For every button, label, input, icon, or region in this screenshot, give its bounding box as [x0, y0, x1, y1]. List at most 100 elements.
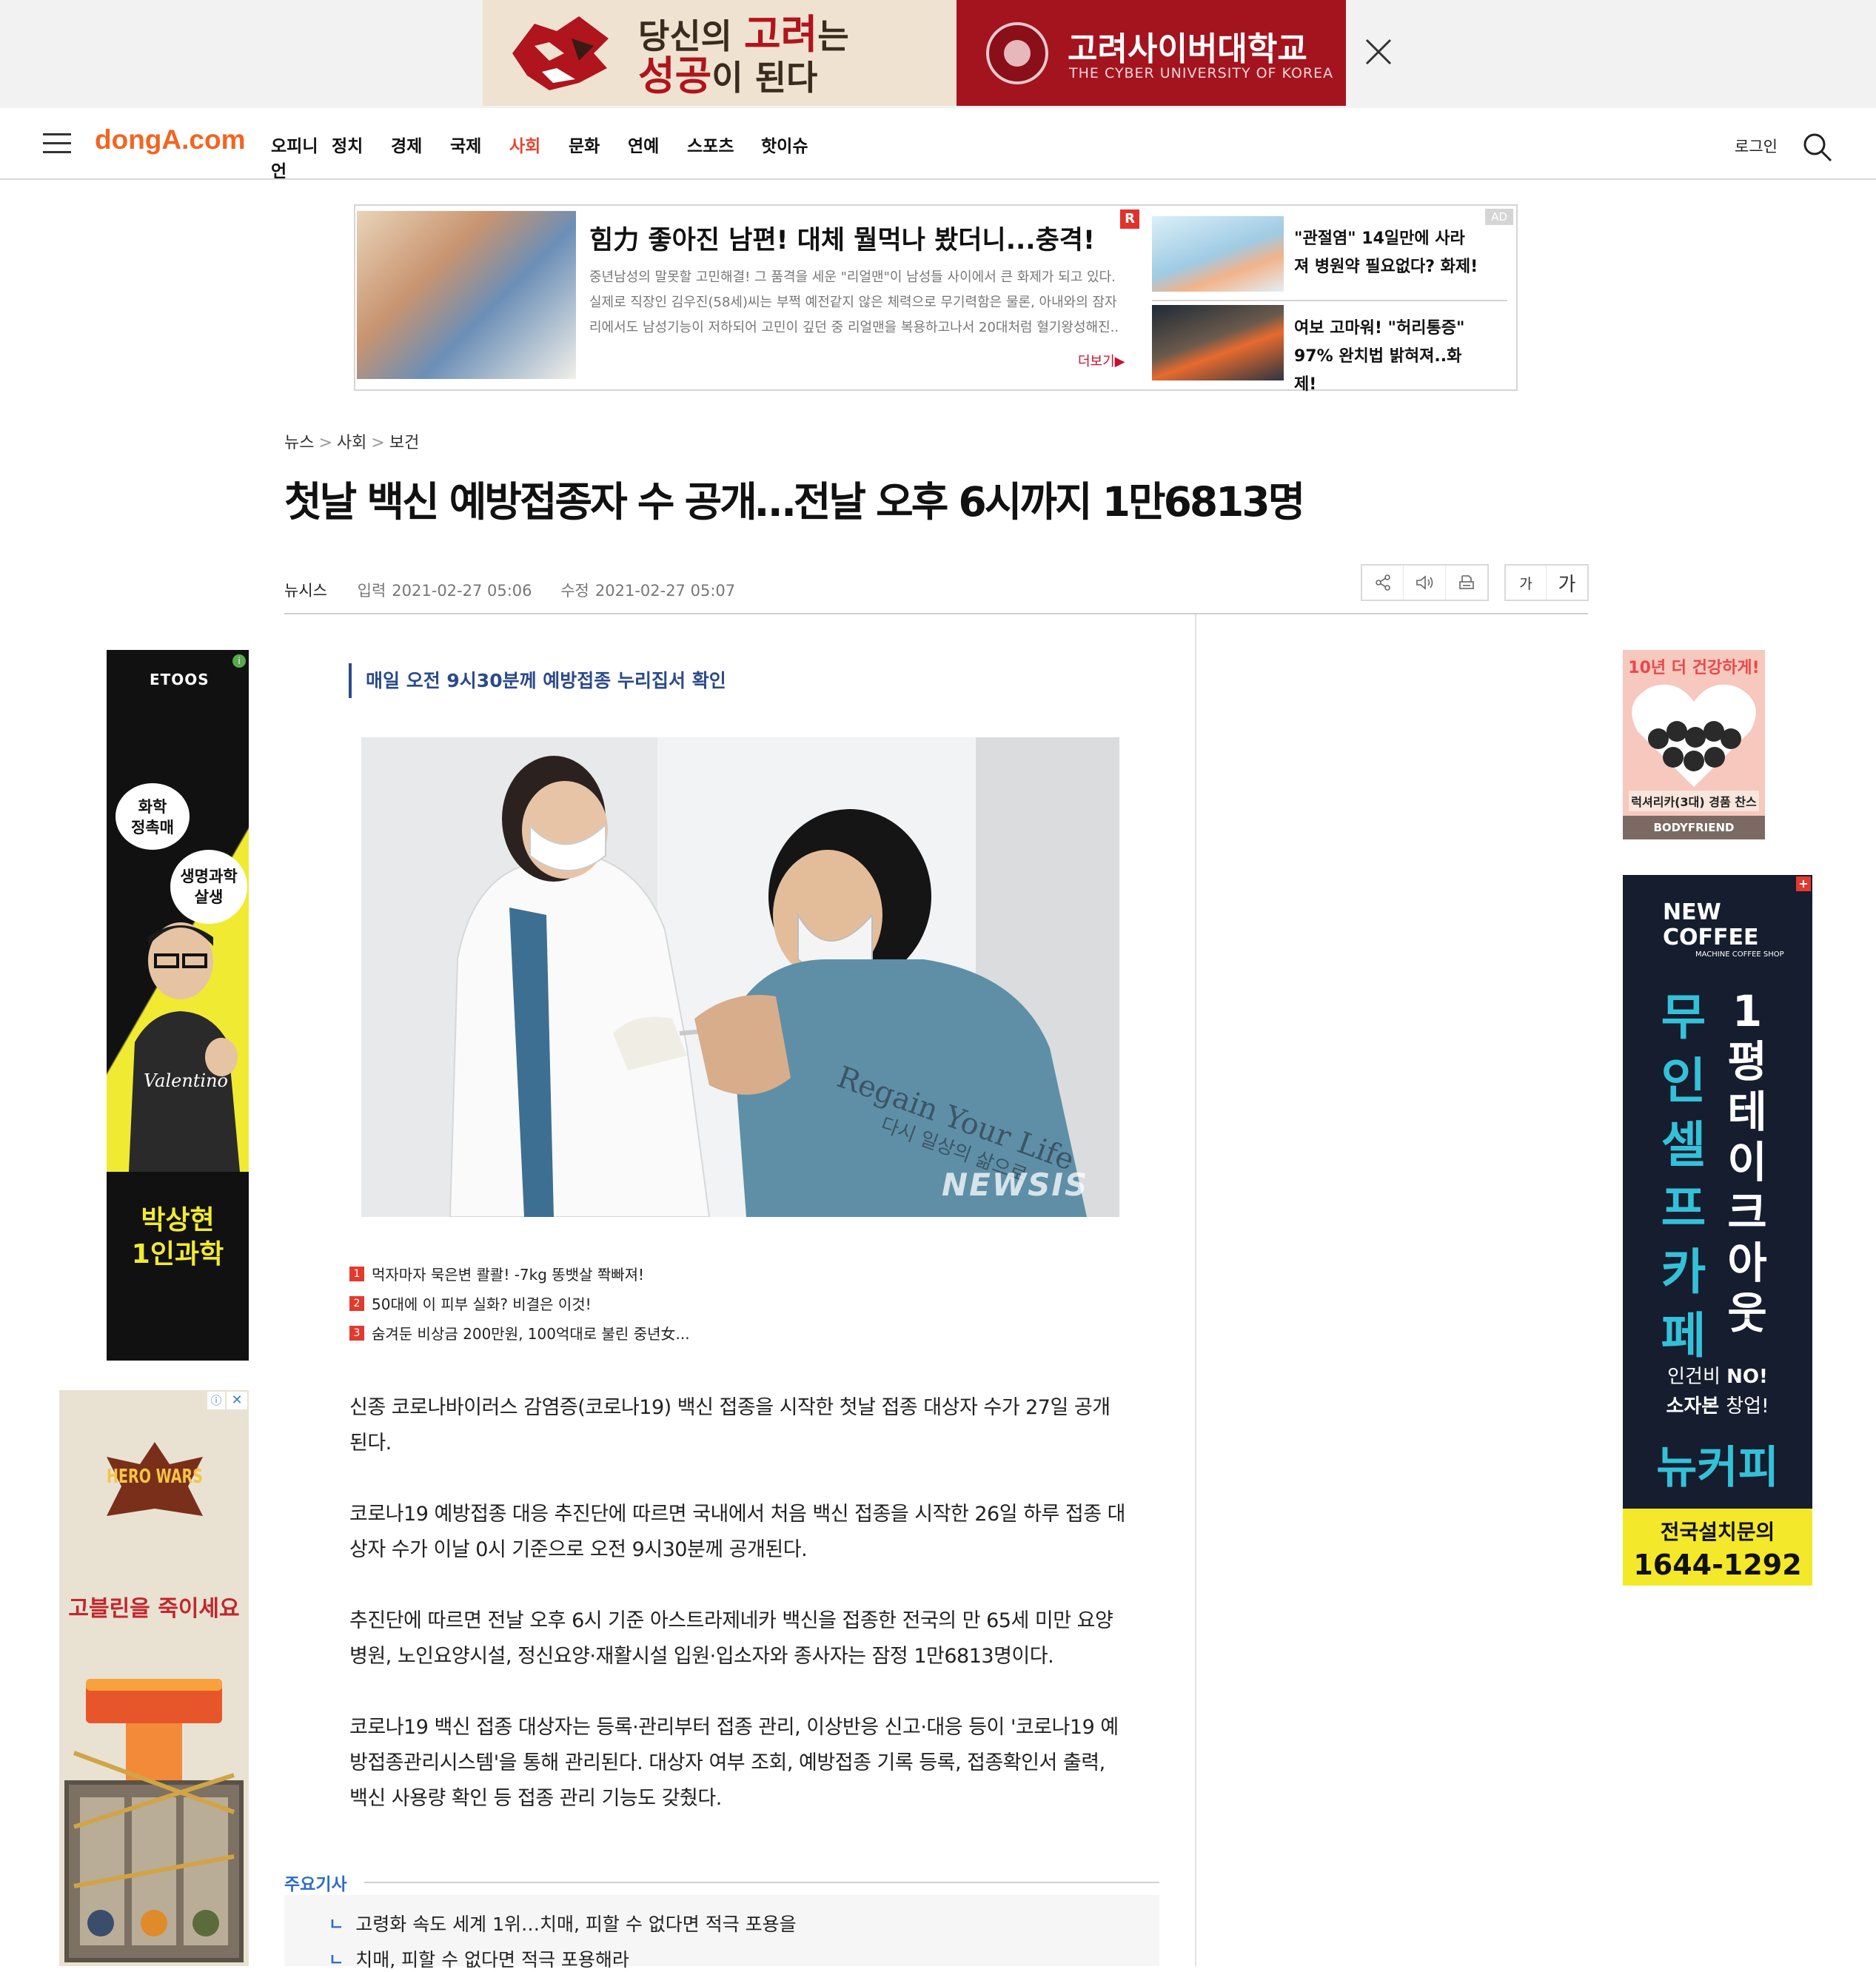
nav-item[interactable]: 국제: [450, 132, 509, 182]
site-logo[interactable]: dongA.com: [95, 124, 245, 155]
ad-body-text[interactable]: 중년남성의 말못할 고민해결! 그 품격을 세운 "리얼맨"이 남성들 사이에서…: [589, 265, 1122, 341]
close-icon[interactable]: ✕: [227, 1392, 247, 1409]
breadcrumb-separator: >: [371, 434, 385, 452]
divider: [1152, 300, 1507, 301]
font-increase-button[interactable]: 가: [1547, 566, 1587, 600]
ad-contact-label: 전국설치문의: [1660, 1520, 1775, 1544]
ad-brand-logo: NEW COFFEE MACHINE COFFEE SHOP: [1663, 900, 1784, 959]
ad-char: 1: [1732, 986, 1763, 1036]
hamburger-menu-icon[interactable]: [43, 133, 71, 154]
input-label: 입력: [357, 582, 386, 600]
plus-icon[interactable]: +: [1796, 876, 1811, 891]
banner-university-panel[interactable]: 고려사이버대학교 THE CYBER UNIVERSITY OF KOREA: [957, 0, 1346, 106]
ad-more-link[interactable]: 더보기▶: [1078, 351, 1125, 370]
ad-headline: 고블린을 죽이세요: [68, 1596, 240, 1622]
ad-r-badge: R: [1120, 209, 1139, 229]
main-article-title: 고령화 속도 세계 1위…치매, 피할 수 없다면 적극 포용을: [355, 1914, 797, 1935]
recommended-text: 50대에 이 피부 실화? 비결은 이것!: [372, 1295, 592, 1313]
breadcrumb-item[interactable]: 보건: [389, 434, 419, 452]
top-banner-ad[interactable]: 당신의 고려는 성공이 된다 고려사이버대학교 THE CYBER UNIVER…: [483, 0, 1346, 106]
ad-brand: ETOOS: [150, 671, 210, 688]
share-button[interactable]: [1362, 566, 1404, 600]
article-photo[interactable]: Regain Your Life 다시 일상의 삶으로: [361, 737, 1119, 1217]
ad-image[interactable]: [357, 211, 576, 379]
info-icon[interactable]: ⓘ: [207, 1392, 225, 1409]
reply-arrow-icon: ㄴ: [329, 1951, 344, 1970]
article-source[interactable]: 뉴시스: [284, 582, 327, 600]
nav-item[interactable]: 오피니언: [271, 132, 332, 182]
ad-char: 셀: [1661, 1116, 1706, 1173]
logo-subtext: MACHINE COFFEE SHOP: [1695, 950, 1784, 959]
heart-icon: [1632, 684, 1756, 787]
university-name: 고려사이버대학교: [1068, 30, 1307, 68]
rank-badge: 2: [349, 1295, 364, 1311]
banner-slogan: 당신의 고려는 성공이 된다: [638, 11, 849, 99]
logo-text: NEW COFFEE: [1663, 899, 1759, 950]
ad-headline: 10년 더 건강하게!: [1628, 659, 1760, 677]
nav-item-active[interactable]: 사회: [509, 132, 569, 182]
recommended-link[interactable]: 3 숨겨둔 비상금 200만원, 100억대로 불린 중년女...: [349, 1322, 690, 1344]
logo-text: HERO WARS: [107, 1466, 203, 1488]
main-article-link[interactable]: ㄴ 치매, 피할 수 없다면 적극 포용해라: [329, 1945, 629, 1972]
hero-wars-logo-icon: HERO WARS: [107, 1442, 203, 1516]
font-decrease-button[interactable]: 가: [1506, 566, 1547, 600]
rank-badge: 1: [349, 1266, 364, 1281]
ad-char: 페: [1661, 1307, 1706, 1364]
breadcrumb-item[interactable]: 사회: [337, 434, 366, 452]
print-button[interactable]: [1446, 566, 1487, 600]
login-link[interactable]: 로그인: [1735, 135, 1778, 157]
font-size-tools: 가 가: [1504, 564, 1589, 601]
ad-subtext-part: 소자본: [1666, 1395, 1726, 1418]
vaccination-photo: Regain Your Life 다시 일상의 삶으로: [361, 737, 1119, 1217]
ad-contact-phone: 1644-1292: [1633, 1549, 1802, 1581]
recommended-link[interactable]: 2 50대에 이 피부 실화? 비결은 이것!: [349, 1292, 592, 1314]
nav-item[interactable]: 경제: [391, 132, 450, 182]
article-title: 첫날 백신 예방접종자 수 공개…전날 오후 6시까지 1만6813명: [284, 478, 1305, 526]
article-subtitle: 매일 오전 9시30분께 예방접종 누리집서 확인: [366, 670, 726, 691]
left-side-ad-etoos[interactable]: i ETOOS 화학 정촉매 생명과학 살생 Valentino 박상현 1인과…: [107, 650, 249, 1361]
photo-watermark: NEWSIS: [942, 1167, 1089, 1203]
nav-item[interactable]: 문화: [569, 132, 628, 182]
main-articles-label: 주요기사: [284, 1875, 347, 1894]
recommended-link[interactable]: 1 먹자마자 묵은변 콸콸! -7kg 똥뱃살 쫙빠져!: [349, 1263, 644, 1284]
banner-slogan-panel[interactable]: 당신의 고려는 성공이 된다: [483, 0, 957, 106]
print-icon: [1459, 575, 1474, 589]
nav-item[interactable]: 핫이슈: [761, 132, 820, 182]
ad-vertical-text: 1 평 테 이 크 아 웃: [1723, 986, 1771, 1338]
ad-contact: 전국설치문의 1644-1292: [1623, 1509, 1812, 1586]
subtitle-bar: [349, 663, 352, 698]
article-tools: [1361, 564, 1489, 601]
article-meta: 뉴시스 입력 2021-02-27 05:06 수정 2021-02-27 05:0…: [284, 579, 735, 601]
right-side-ad-bodyfriend[interactable]: 10년 더 건강하게! 럭셔리카(3대) 경품 찬스 BODYFRIEND: [1623, 650, 1765, 839]
ad-title[interactable]: 힘力 좋아진 남편! 대체 뭘먹나 봤더니...충격!: [589, 219, 1095, 257]
ad-brand: 뉴커피: [1656, 1442, 1779, 1494]
modify-time: 2021-02-27 05:07: [594, 582, 736, 600]
speech-bubble: 화학 정촉매: [115, 783, 190, 850]
main-nav: 오피니언 정치 경제 국제 사회 문화 연예 스포츠 핫이슈: [271, 132, 820, 182]
breadcrumb-item[interactable]: 뉴스: [284, 434, 314, 452]
sub-ad-text[interactable]: 여보 고마워! "허리통증" 97% 완치법 밝혀져..화제!: [1294, 315, 1479, 399]
nav-item[interactable]: 스포츠: [687, 132, 761, 182]
sub-ad-text[interactable]: "관절염" 14일만에 사라져 병원약 필요없다? 화제!: [1294, 225, 1479, 281]
nav-item[interactable]: 연예: [628, 132, 687, 182]
main-article-title: 치매, 피할 수 없다면 적극 포용해라: [355, 1949, 629, 1971]
article-paragraph: 신종 코로나바이러스 감염증(코로나19) 백신 접종을 시작한 첫날 접종 대…: [349, 1396, 1110, 1455]
reply-arrow-icon: ㄴ: [329, 1916, 344, 1934]
ad-subtext-part: NO!: [1726, 1366, 1768, 1388]
search-icon[interactable]: [1802, 132, 1833, 163]
close-icon[interactable]: [1362, 36, 1395, 68]
sub-ad-image[interactable]: [1152, 305, 1284, 380]
ad-char: 크: [1727, 1187, 1767, 1238]
university-seal-icon: [986, 22, 1048, 84]
puzzle-scene: [59, 1664, 249, 1966]
nav-item[interactable]: 정치: [332, 132, 391, 182]
sub-ad-image[interactable]: [1152, 216, 1284, 292]
ad-label-badge: AD: [1485, 209, 1513, 225]
left-side-ad-herowars[interactable]: ⓘ ✕ HERO WARS 고블린을 죽이세요: [59, 1390, 249, 1966]
speaker-icon: [1416, 575, 1433, 590]
divider: [284, 613, 1588, 614]
info-icon[interactable]: i: [232, 654, 246, 668]
main-article-link[interactable]: ㄴ 고령화 속도 세계 1위…치매, 피할 수 없다면 적극 포용을: [329, 1910, 797, 1936]
listen-button[interactable]: [1404, 566, 1446, 600]
right-side-ad-newcoffee[interactable]: + NEW COFFEE MACHINE COFFEE SHOP 무 인 셀 프 …: [1623, 875, 1812, 1586]
